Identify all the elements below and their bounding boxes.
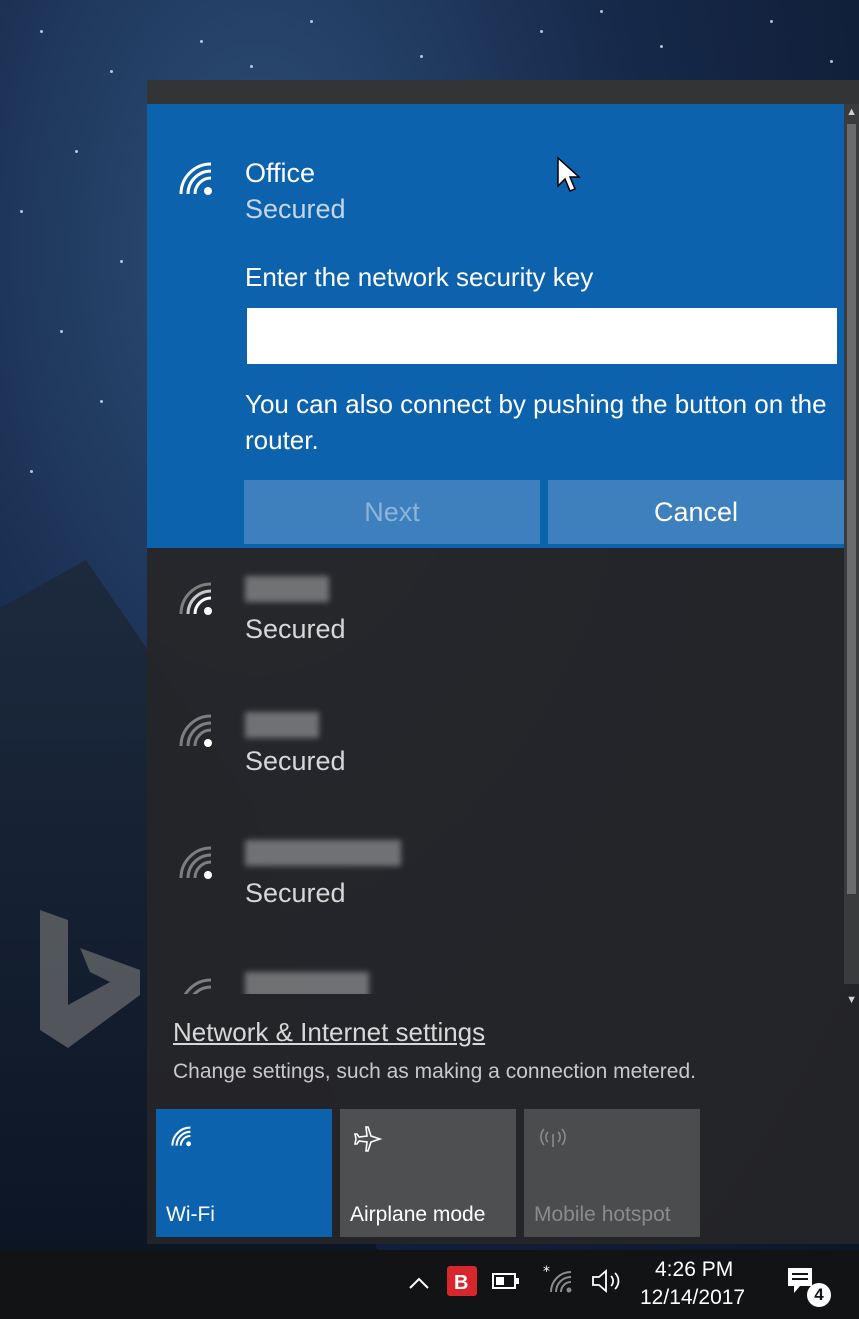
network-list-scrollbar[interactable]: ▲ ▼ [844,104,859,1006]
scroll-down-icon[interactable]: ▼ [846,994,857,1006]
airplane-tile-label: Airplane mode [350,1203,486,1226]
wifi-icon [179,582,212,615]
mobile-hotspot-tile[interactable]: Mobile hotspot [524,1109,700,1237]
network-list-item[interactable]: Secured [147,558,844,688]
wifi-icon [183,978,212,994]
security-key-prompt: Enter the network security key [245,262,594,292]
clock-time[interactable]: 4:26 PM [655,1258,733,1282]
network-status: Secured [245,878,346,908]
network-status: Secured [245,194,346,224]
hotspot-icon [540,1128,566,1147]
security-key-input[interactable] [247,308,837,364]
svg-text:*: * [543,1264,550,1280]
taskbar: B * 4:26 PM 12/14/2017 4 [0,1250,859,1319]
network-settings-link[interactable]: Network & Internet settings [173,1017,485,1048]
network-flyout: Office Secured Enter the network securit… [147,80,859,1244]
scrollbar-thumb[interactable] [847,124,856,894]
network-settings-description: Change settings, such as making a connec… [173,1060,696,1083]
svg-text:B: B [454,1272,468,1294]
wifi-icon [179,846,212,879]
next-button[interactable]: Next [244,480,540,544]
wifi-icon [171,1126,191,1147]
battery-icon[interactable] [492,1272,520,1290]
network-status: Secured [245,614,346,644]
wifi-tile-label: Wi-Fi [166,1203,215,1226]
router-button-hint: You can also connect by pushing the butt… [245,389,827,455]
airplane-mode-tile[interactable]: Airplane mode [340,1109,516,1237]
notification-count-badge: 4 [807,1283,831,1307]
security-app-icon[interactable]: B [447,1266,477,1296]
volume-icon[interactable] [590,1268,624,1294]
network-name-redacted [245,972,369,994]
wifi-icon [179,714,212,747]
network-name-redacted [245,576,329,602]
wifi-icon [179,162,212,195]
network-name: Office [245,158,316,188]
chevron-up-icon[interactable] [408,1276,430,1290]
network-list-item[interactable] [147,954,844,994]
wifi-toggle-tile[interactable]: Wi-Fi [156,1109,332,1237]
network-name-redacted [245,712,319,738]
hotspot-tile-label: Mobile hotspot [534,1203,671,1226]
airplane-icon [354,1126,382,1152]
bing-logo-icon [40,910,140,1048]
network-list-item[interactable]: Secured [147,822,844,952]
cancel-button[interactable]: Cancel [548,480,844,544]
mouse-cursor-icon [557,156,581,192]
clock-date[interactable]: 12/14/2017 [640,1286,745,1310]
network-status: Secured [245,746,346,776]
flyout-top-strip [147,80,859,104]
scroll-up-icon[interactable]: ▲ [846,106,857,118]
network-list-item[interactable]: Secured [147,690,844,820]
network-name-redacted [245,840,401,866]
wifi-icon[interactable]: * [543,1264,573,1294]
selected-network-panel[interactable]: Office Secured Enter the network securit… [147,104,844,548]
